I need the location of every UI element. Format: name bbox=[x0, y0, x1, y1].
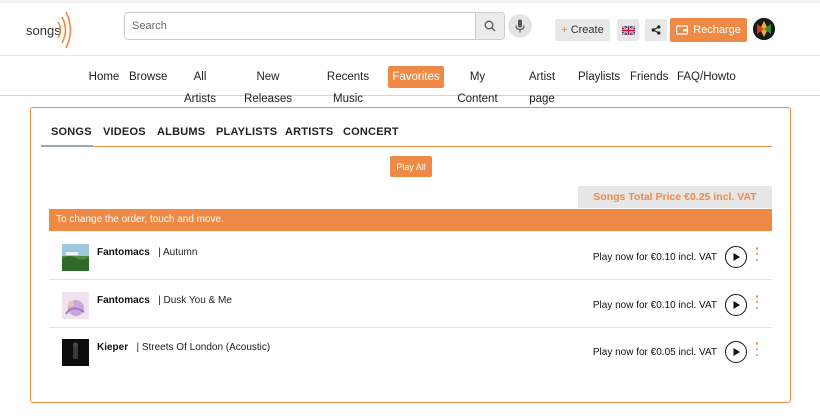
nav-item-friends[interactable]: Friends bbox=[630, 66, 668, 88]
nav-item-recents-music[interactable]: Recents Music bbox=[313, 66, 383, 105]
voice-search-button[interactable] bbox=[508, 14, 532, 38]
cover-art-streets-of-london bbox=[62, 339, 89, 366]
tab-albums[interactable]: ALBUMS bbox=[157, 120, 205, 147]
nav-item-all-artists[interactable]: All Artists bbox=[177, 66, 223, 105]
share-icon bbox=[651, 25, 661, 35]
nav-item-my-content[interactable]: My Content bbox=[449, 66, 506, 105]
avatar-image bbox=[753, 18, 775, 40]
more-vertical-icon bbox=[755, 295, 759, 298]
cover-art-dusk-you-and-me bbox=[62, 292, 89, 319]
more-dot bbox=[755, 347, 759, 351]
recharge-button[interactable]: Recharge bbox=[670, 18, 747, 42]
search-button[interactable] bbox=[475, 13, 504, 39]
song-price: Play now for €0.10 incl. VAT bbox=[592, 252, 717, 263]
top-hairline bbox=[0, 0, 820, 3]
play-icon bbox=[733, 253, 740, 261]
song-row[interactable]: Fantomacs | Dusk You & Me Play now for €… bbox=[49, 281, 772, 328]
tab-videos[interactable]: VIDEOS bbox=[103, 120, 146, 147]
play-song-button[interactable] bbox=[725, 246, 747, 268]
song-title: | Dusk You & Me bbox=[158, 295, 232, 306]
song-cover bbox=[62, 244, 89, 271]
song-price: Play now for €0.10 incl. VAT bbox=[592, 300, 717, 311]
favorites-panel: SONGS VIDEOS ALBUMS PLAYLISTS ARTISTS CO… bbox=[30, 107, 791, 403]
language-button[interactable] bbox=[617, 19, 639, 41]
microphone-icon bbox=[515, 19, 525, 33]
song-price: Play now for €0.05 incl. VAT bbox=[592, 347, 717, 358]
nav-item-faq-howto[interactable]: FAQ/Howto bbox=[677, 66, 736, 88]
search-input[interactable] bbox=[125, 13, 475, 39]
more-dot bbox=[755, 353, 759, 356]
more-dot bbox=[755, 252, 759, 256]
more-dot bbox=[755, 258, 759, 261]
nav-item-new-releases[interactable]: New Releases bbox=[233, 66, 303, 105]
cover-art-autumn bbox=[62, 244, 89, 271]
songs-logo[interactable]: songs bbox=[26, 8, 86, 50]
song-artist: Fantomacs | Autumn bbox=[97, 247, 197, 258]
search-icon bbox=[484, 20, 496, 32]
tab-playlists[interactable]: PLAYLISTS bbox=[216, 120, 277, 147]
song-more-button[interactable] bbox=[755, 247, 759, 261]
search-box bbox=[124, 12, 505, 40]
more-dot bbox=[755, 306, 759, 309]
more-dot bbox=[755, 300, 759, 304]
song-row[interactable]: Fantomacs | Autumn Play now for €0.10 in… bbox=[49, 233, 772, 280]
recharge-label: Recharge bbox=[693, 24, 741, 36]
song-cover bbox=[62, 292, 89, 319]
songs-total-price: Songs Total Price €0.25 incl. VAT bbox=[578, 186, 772, 208]
song-title: | Streets Of London (Acoustic) bbox=[136, 342, 271, 353]
play-all-button[interactable]: Play All bbox=[390, 156, 432, 177]
share-button[interactable] bbox=[645, 19, 667, 41]
nav-item-home[interactable]: Home bbox=[88, 66, 120, 88]
more-vertical-icon bbox=[755, 247, 759, 250]
tab-songs[interactable]: SONGS bbox=[41, 120, 93, 147]
song-artist: Fantomacs | Dusk You & Me bbox=[97, 295, 232, 306]
create-label: Create bbox=[570, 24, 604, 36]
nav-item-playlists[interactable]: Playlists bbox=[578, 66, 620, 88]
play-song-button[interactable] bbox=[725, 294, 747, 316]
play-icon bbox=[733, 348, 740, 356]
artist-name: Fantomacs bbox=[97, 247, 150, 258]
artist-name: Fantomacs bbox=[97, 295, 150, 306]
uk-flag-icon bbox=[621, 25, 635, 35]
artist-name: Kieper bbox=[97, 342, 129, 353]
song-artist: Kieper | Streets Of London (Acoustic) bbox=[97, 342, 270, 353]
nav-item-favorites[interactable]: Favorites bbox=[388, 66, 444, 88]
reorder-hint: To change the order, touch and move. bbox=[49, 209, 772, 231]
song-row[interactable]: Kieper | Streets Of London (Acoustic) Pl… bbox=[49, 328, 772, 375]
plus-icon: + bbox=[561, 24, 568, 36]
nav-item-browse[interactable]: Browse bbox=[129, 66, 167, 88]
tab-artists[interactable]: ARTISTS bbox=[285, 120, 333, 147]
wallet-icon bbox=[676, 25, 689, 35]
nav-item-artist-page[interactable]: Artist page bbox=[515, 66, 569, 105]
song-title: | Autumn bbox=[158, 247, 198, 258]
more-vertical-icon bbox=[755, 342, 759, 345]
tab-concert[interactable]: CONCERT bbox=[343, 120, 399, 147]
user-avatar[interactable] bbox=[753, 18, 775, 40]
create-button[interactable]: + Create bbox=[555, 19, 610, 41]
logo-soundwave-icon bbox=[57, 11, 72, 49]
play-song-button[interactable] bbox=[725, 341, 747, 363]
song-more-button[interactable] bbox=[755, 295, 759, 309]
content-tabs: SONGS VIDEOS ALBUMS PLAYLISTS ARTISTS CO… bbox=[41, 120, 772, 147]
play-icon bbox=[733, 301, 740, 309]
main-nav: Home Browse All Artists New Releases Rec… bbox=[0, 56, 820, 105]
song-cover bbox=[62, 339, 89, 366]
top-bar: songs + Create bbox=[0, 0, 820, 56]
song-more-button[interactable] bbox=[755, 342, 759, 356]
